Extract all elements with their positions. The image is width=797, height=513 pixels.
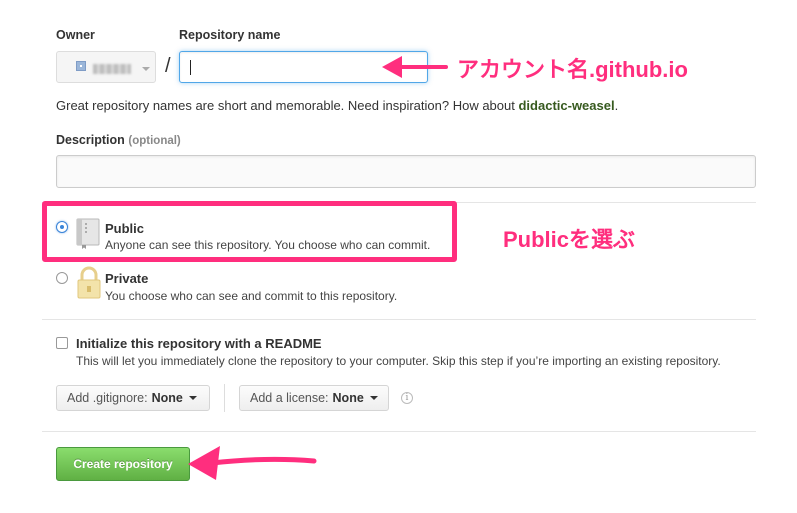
divider xyxy=(224,384,225,412)
text-cursor xyxy=(190,60,191,75)
gitignore-label: Add .gitignore: xyxy=(67,391,148,405)
name-suggestion-link[interactable]: didactic-weasel xyxy=(518,98,614,113)
license-dropdown[interactable]: Add a license: None xyxy=(239,385,389,411)
license-label: Add a license: xyxy=(250,391,329,405)
divider xyxy=(42,319,756,320)
create-repository-button[interactable]: Create repository xyxy=(56,447,190,481)
public-highlight-box xyxy=(42,201,457,262)
hint-period: . xyxy=(614,98,619,113)
name-hint: Great repository names are short and mem… xyxy=(56,98,618,113)
info-icon[interactable]: i xyxy=(401,392,413,404)
owner-label: Owner xyxy=(56,28,95,42)
gitignore-dropdown[interactable]: Add .gitignore: None xyxy=(56,385,210,411)
repo-name-label: Repository name xyxy=(179,28,281,42)
annotation-repo-name: アカウント名.github.io xyxy=(457,57,688,82)
private-title: Private xyxy=(105,271,149,286)
description-label: Description xyxy=(56,133,125,147)
private-description: You choose who can see and commit to thi… xyxy=(105,289,398,303)
caret-down-icon xyxy=(188,396,197,400)
readme-checkbox[interactable] xyxy=(56,337,68,349)
owner-select[interactable] xyxy=(56,51,156,83)
readme-label: Initialize this repository with a README xyxy=(76,336,322,351)
description-label-row: Description (optional) xyxy=(56,132,181,147)
description-input[interactable] xyxy=(56,155,756,188)
caret-down-icon xyxy=(369,396,378,400)
avatar xyxy=(76,61,86,71)
readme-description: This will let you immediately clone the … xyxy=(76,354,721,368)
gitignore-value: None xyxy=(151,391,183,405)
owner-name-redacted xyxy=(93,64,131,74)
license-value: None xyxy=(332,391,364,405)
owner-repo-separator: / xyxy=(165,55,171,77)
optional-note: (optional) xyxy=(128,135,181,147)
divider xyxy=(42,431,756,432)
lock-icon xyxy=(77,266,101,299)
chevron-down-icon xyxy=(142,67,150,71)
private-radio[interactable] xyxy=(56,272,68,284)
hint-text: Great repository names are short and mem… xyxy=(56,98,515,113)
arrow-left-icon xyxy=(188,446,317,480)
annotation-public: Publicを選ぶ xyxy=(503,227,636,252)
arrow-left-icon xyxy=(382,56,448,78)
